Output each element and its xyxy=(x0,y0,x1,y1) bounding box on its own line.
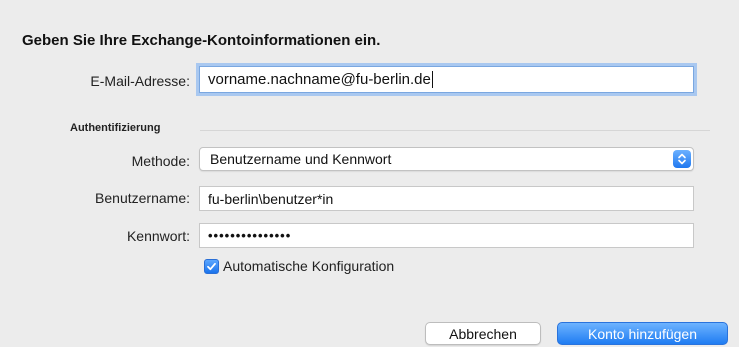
section-divider xyxy=(200,130,710,131)
email-value: vorname.nachname@fu-berlin.de xyxy=(208,71,431,88)
method-select[interactable]: Benutzername und Kennwort xyxy=(199,147,694,171)
method-label: Methode: xyxy=(131,153,190,169)
method-selected-value: Benutzername und Kennwort xyxy=(210,151,392,167)
dialog-heading: Geben Sie Ihre Exchange-Kontoinformation… xyxy=(22,32,381,49)
auto-config-label: Automatische Konfiguration xyxy=(223,258,395,274)
add-account-button[interactable]: Konto hinzufügen xyxy=(557,322,728,345)
auto-config-checkbox[interactable] xyxy=(204,258,219,274)
auto-config-row[interactable]: Automatische Konfiguration xyxy=(204,258,394,274)
email-field[interactable]: vorname.nachname@fu-berlin.de xyxy=(199,66,694,93)
cancel-button[interactable]: Abbrechen xyxy=(425,322,541,345)
exchange-account-dialog: Geben Sie Ihre Exchange-Kontoinformation… xyxy=(0,0,739,347)
updown-arrows-icon xyxy=(673,150,691,168)
auth-section-title: Authentifizierung xyxy=(70,122,161,134)
password-label: Kennwort: xyxy=(126,228,190,244)
email-label: E-Mail-Adresse: xyxy=(90,73,190,89)
username-label: Benutzername: xyxy=(95,190,190,206)
username-field[interactable]: fu-berlin\benutzer*in xyxy=(199,186,694,211)
text-caret xyxy=(431,71,433,88)
password-value: ••••••••••••••• xyxy=(208,228,292,243)
username-value: fu-berlin\benutzer*in xyxy=(208,190,334,207)
password-field[interactable]: ••••••••••••••• xyxy=(199,223,694,248)
checkmark-icon xyxy=(207,262,216,270)
